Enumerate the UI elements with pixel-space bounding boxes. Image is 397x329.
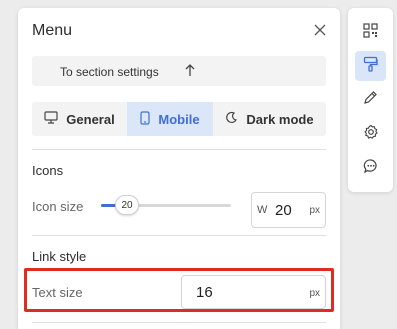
tab-mobile[interactable]: Mobile	[127, 102, 213, 136]
moon-icon	[225, 111, 246, 127]
icon-size-slider-handle[interactable]: 20	[115, 195, 139, 215]
slider-value: 20	[121, 199, 133, 211]
icon-size-value: 20	[275, 202, 292, 219]
icon-size-input[interactable]: W 20 px	[251, 192, 326, 228]
panel-header: Menu	[18, 8, 340, 54]
edit-tool-button[interactable]	[355, 85, 386, 115]
tab-general-label: General	[66, 111, 115, 127]
qr-code-tool-button[interactable]	[355, 18, 386, 48]
text-size-value: 16	[196, 284, 213, 301]
device-tabs: General Mobile Dark mode	[32, 102, 326, 136]
text-size-label: Text size	[32, 285, 83, 300]
divider	[32, 235, 326, 236]
side-toolbar	[348, 8, 393, 192]
to-section-settings-link[interactable]: To section settings	[32, 56, 326, 86]
phone-icon	[140, 110, 158, 128]
icon-size-label: Icon size	[32, 199, 84, 214]
monitor-icon	[44, 111, 66, 127]
arrow-up-icon	[184, 63, 196, 77]
tab-dark-mode[interactable]: Dark mode	[213, 102, 326, 136]
tab-dark-mode-label: Dark mode	[246, 111, 314, 127]
pencil-icon	[363, 90, 378, 110]
text-size-input[interactable]: 16 px	[181, 275, 326, 309]
chat-bubble-icon	[363, 158, 379, 179]
settings-tool-button[interactable]	[355, 119, 386, 149]
close-icon[interactable]	[312, 22, 328, 38]
text-size-unit: px	[309, 288, 320, 299]
icons-section-title: Icons	[32, 163, 64, 178]
divider	[32, 322, 326, 323]
link-style-section-title: Link style	[32, 249, 87, 264]
tab-mobile-label: Mobile	[158, 111, 200, 127]
chat-tool-button[interactable]	[355, 153, 386, 183]
qr-code-icon	[363, 23, 378, 43]
width-prefix: W	[257, 204, 268, 216]
gear-icon	[363, 124, 379, 145]
divider	[32, 149, 326, 150]
icon-size-unit: px	[309, 205, 320, 216]
tab-general[interactable]: General	[32, 102, 127, 136]
section-link-label: To section settings	[60, 65, 159, 79]
menu-settings-panel: Menu To section settings General Mobile	[18, 8, 340, 329]
style-tool-button[interactable]	[355, 51, 386, 81]
panel-title: Menu	[32, 22, 73, 39]
paint-roller-icon	[363, 56, 378, 77]
